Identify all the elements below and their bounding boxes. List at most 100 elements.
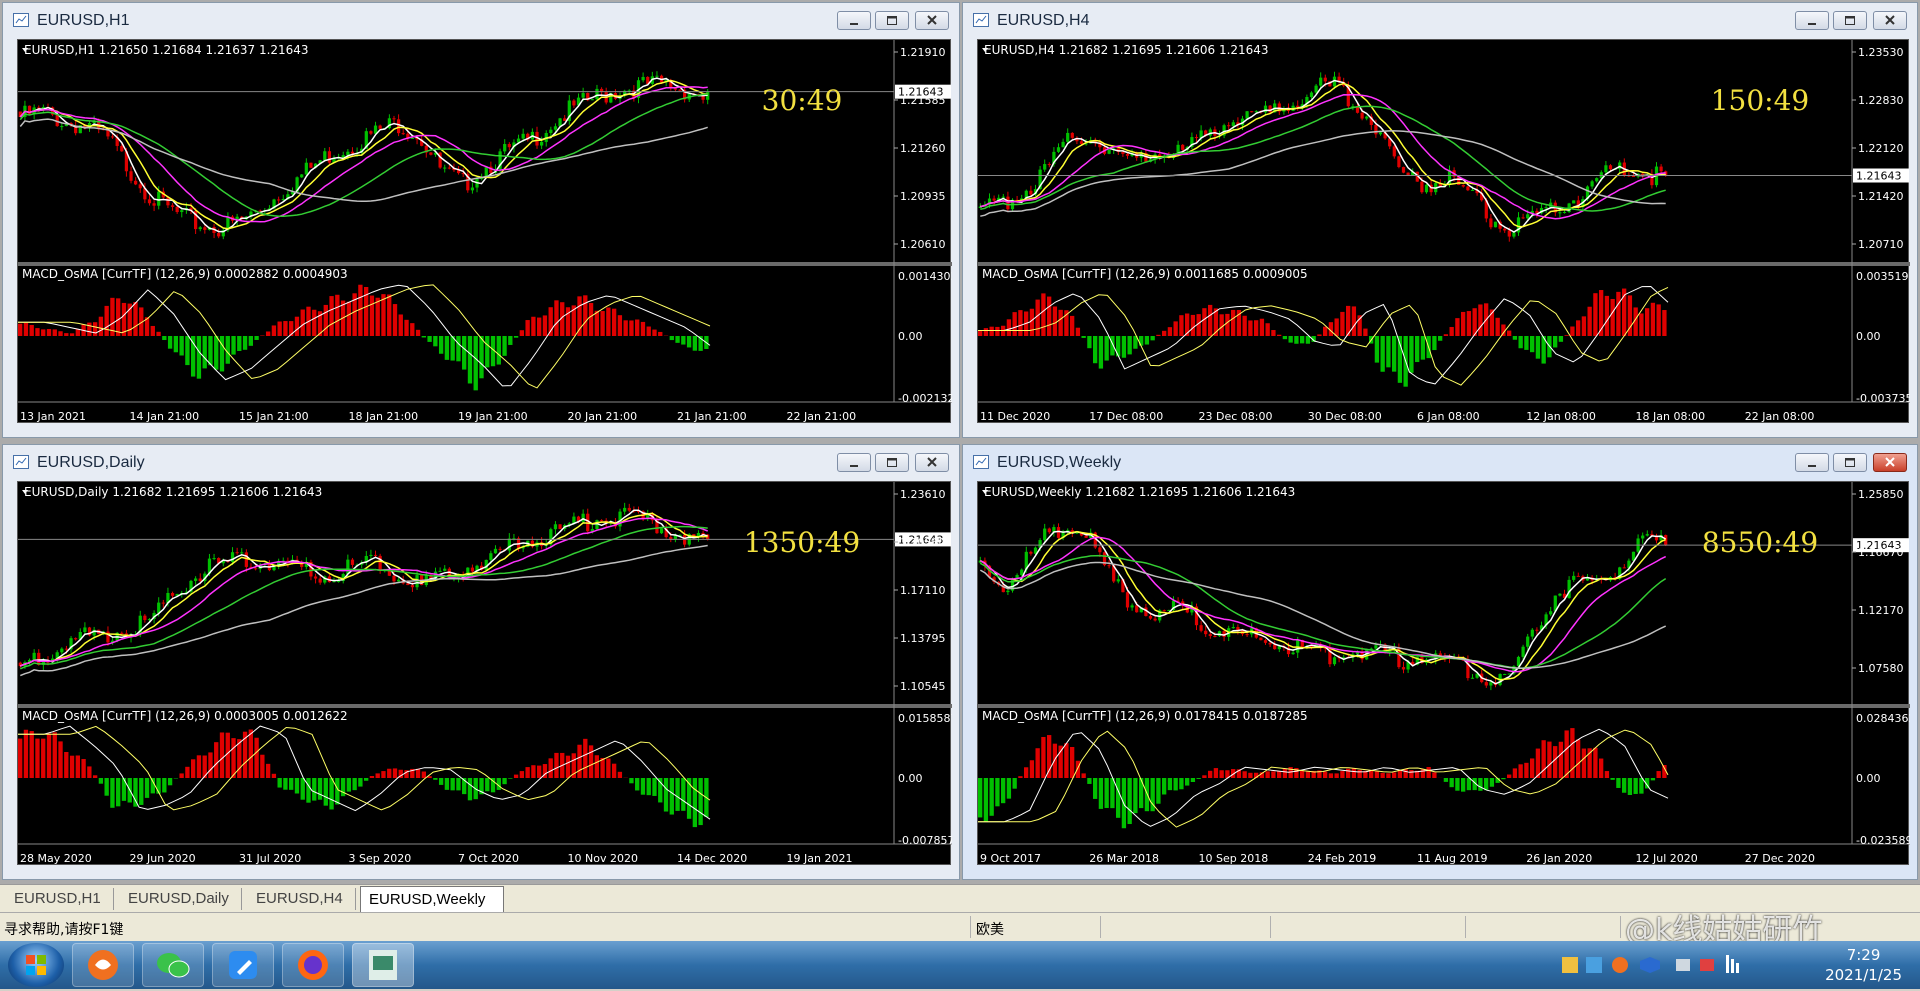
osma-bar	[1501, 778, 1505, 779]
chart-plot-area[interactable]: EURUSD,Weekly 1.21682 1.21695 1.21606 1.…	[977, 481, 1909, 865]
volume-icon	[1700, 959, 1714, 971]
osma-bar	[1093, 778, 1097, 799]
macd-tick-label: -0.0021327	[898, 392, 952, 405]
window-title: EURUSD,Weekly	[997, 454, 1121, 472]
osma-bar	[1323, 327, 1327, 336]
close-button[interactable]	[915, 11, 949, 30]
candle-body	[1121, 152, 1124, 154]
chart-plot-area[interactable]: EURUSD,Daily 1.21682 1.21695 1.21606 1.2…	[17, 481, 951, 865]
candle-body	[660, 528, 663, 533]
close-button[interactable]	[1873, 11, 1907, 30]
candle-body	[1420, 182, 1423, 193]
candle-body	[1577, 576, 1580, 577]
status-separator	[1620, 916, 1621, 938]
chart-window-h1[interactable]: EURUSD,H1 EURUSD,H1 1.21650 1.21684 1.21…	[2, 2, 960, 438]
candle-body	[240, 552, 243, 553]
taskbar-wechat[interactable]	[142, 943, 204, 987]
osma-bar	[1329, 773, 1333, 778]
taskbar-firefox[interactable]	[282, 943, 344, 987]
candle-body	[120, 633, 123, 634]
osma-bar	[1340, 312, 1344, 336]
osma-bar	[237, 336, 241, 351]
osma-bar	[1616, 292, 1620, 336]
wechat-icon	[143, 944, 203, 986]
time-axis-label: 13 Jan 2021	[20, 410, 86, 423]
osma-bar	[128, 304, 132, 336]
osma-bar	[1220, 314, 1224, 336]
macd-header: MACD_OsMA [CurrTF] (12,26,9) 0.0011685 0…	[982, 267, 1308, 281]
maximize-button[interactable]	[1833, 453, 1867, 472]
minimize-button[interactable]	[1795, 11, 1829, 30]
chart-plot-area[interactable]: EURUSD,H1 1.21650 1.21684 1.21637 1.2164…	[17, 39, 951, 423]
osma-bar	[693, 336, 697, 351]
candle-body	[540, 142, 543, 146]
candle-body	[152, 203, 155, 205]
chart-window-h4[interactable]: EURUSD,H4 EURUSD,H4 1.21682 1.21695 1.21…	[962, 2, 1918, 438]
osma-bar	[1260, 319, 1264, 336]
osma-bar	[1438, 336, 1442, 341]
price-tick-label: 1.21910	[900, 46, 946, 59]
osma-bar	[595, 755, 599, 778]
macd-header: MACD_OsMA [CurrTF] (12,26,9) 0.0002882 0…	[22, 267, 348, 281]
window-titlebar[interactable]: EURUSD,H4	[963, 3, 1917, 39]
osma-bar	[1346, 769, 1350, 778]
macd-histogram	[18, 730, 709, 828]
candle-body	[1526, 637, 1529, 647]
tab-eurusd-weekly[interactable]: EURUSD,Weekly	[360, 886, 504, 912]
candle-body	[1107, 565, 1110, 566]
time-axis-label: 27 Dec 2020	[1745, 852, 1815, 865]
tab-eurusd-daily[interactable]: EURUSD,Daily	[120, 888, 242, 910]
close-button[interactable]	[1873, 453, 1907, 472]
osma-bar	[35, 739, 39, 778]
osma-bar	[577, 745, 581, 778]
candle-body	[439, 571, 442, 572]
osma-bar	[1179, 778, 1183, 789]
time-axis-label: 21 Jan 21:00	[677, 410, 747, 423]
minimize-button[interactable]	[1795, 453, 1829, 472]
chart-window-weekly[interactable]: EURUSD,Weekly EURUSD,Weekly 1.21682 1.21…	[962, 444, 1918, 880]
osma-bar	[220, 336, 224, 371]
windows-taskbar: 7:29 2021/1/25	[0, 941, 1920, 989]
minimize-button[interactable]	[837, 11, 871, 30]
candle-body	[582, 93, 585, 98]
candles	[979, 523, 1668, 690]
candle-body	[1365, 117, 1368, 119]
candle-body	[1071, 133, 1074, 138]
candle-body	[1057, 147, 1060, 152]
ma-yellow-line	[20, 81, 707, 229]
time-axis-label: 7 Oct 2020	[458, 852, 519, 865]
candle-body	[1360, 113, 1363, 119]
maximize-button[interactable]	[875, 453, 909, 472]
window-titlebar[interactable]: EURUSD,H1	[3, 3, 959, 39]
minimize-button[interactable]	[837, 453, 871, 472]
maximize-button[interactable]	[875, 11, 909, 30]
taskbar-clock[interactable]: 7:29 2021/1/25	[1825, 945, 1902, 985]
osma-bar	[162, 336, 166, 340]
osma-bar	[76, 329, 80, 336]
close-button[interactable]	[915, 453, 949, 472]
osma-bar	[554, 300, 558, 336]
maximize-button[interactable]	[1833, 11, 1867, 30]
macd-header: MACD_OsMA [CurrTF] (12,26,9) 0.0178415 0…	[982, 709, 1308, 723]
tab-eurusd-h1[interactable]: EURUSD,H1	[6, 888, 114, 910]
osma-bar	[1105, 778, 1109, 808]
chart-plot-area[interactable]: EURUSD,H4 1.21682 1.21695 1.21606 1.2164…	[977, 39, 1909, 423]
osma-bar	[1565, 335, 1569, 336]
osma-bar	[1536, 336, 1540, 359]
osma-bar	[612, 309, 616, 336]
start-button[interactable]	[8, 943, 64, 987]
tab-eurusd-h4[interactable]: EURUSD,H4	[248, 888, 356, 910]
osma-bar	[1018, 776, 1022, 778]
taskbar-app-1[interactable]	[72, 943, 134, 987]
taskbar-notes[interactable]	[212, 943, 274, 987]
osma-bar	[1243, 771, 1247, 778]
window-titlebar[interactable]: EURUSD,Weekly	[963, 445, 1917, 481]
chart-window-daily[interactable]: EURUSD,Daily EURUSD,Daily 1.21682 1.2169…	[2, 444, 960, 880]
osma-bar	[404, 320, 408, 336]
candle-body	[1508, 674, 1511, 675]
window-titlebar[interactable]: EURUSD,Daily	[3, 445, 959, 481]
candle-body	[498, 549, 501, 550]
osma-bar	[508, 778, 512, 779]
taskbar-mt4[interactable]	[352, 943, 414, 987]
osma-bar	[514, 336, 518, 338]
